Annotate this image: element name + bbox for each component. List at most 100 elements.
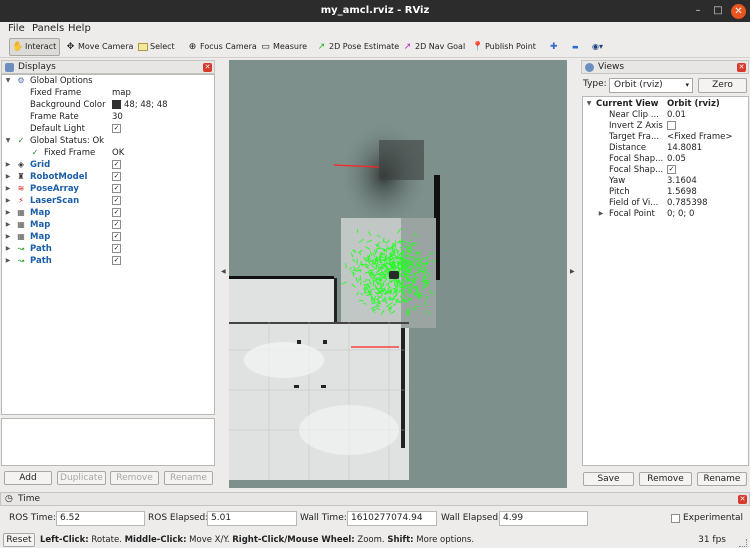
minimize-button[interactable]: – [690,3,706,19]
display-item-path[interactable]: ▶ ↝ Path ✓ [2,255,214,267]
fixed-frame-label: Fixed Frame [30,88,82,98]
resize-grip-icon[interactable] [739,539,747,547]
view-prop-row[interactable]: ▶ Focal Point 0; 0; 0 [583,208,748,220]
wall-elapsed-field[interactable]: 4.99 [499,511,588,526]
collapsed-arrow-icon[interactable]: ▶ [4,243,12,255]
publish-point-tool[interactable]: 📍 Publish Point [470,38,539,56]
time-close-icon[interactable]: ✕ [738,495,747,504]
right-splitter[interactable]: ▶ [568,60,577,488]
displays-close-icon[interactable]: ✕ [203,63,212,72]
particle-arrow [388,258,392,260]
display-item-map[interactable]: ▶ ▦ Map ✓ [2,219,214,231]
left-splitter[interactable]: ◀ [219,60,228,488]
display-enabled-checkbox[interactable]: ✓ [112,196,121,205]
maximize-button[interactable]: □ [710,3,726,19]
display-enabled-checkbox[interactable]: ✓ [112,160,121,169]
tree-row-background-color[interactable]: Background Color 48; 48; 48 [2,99,214,111]
collapsed-arrow-icon[interactable]: ▶ [4,171,12,183]
menu-help[interactable]: Help [68,23,91,34]
background-color-value[interactable]: 48; 48; 48 [112,99,168,111]
collapse-right-icon[interactable]: ▶ [570,268,575,275]
middle-click-key: Middle-Click: [124,535,187,545]
displays-tree[interactable]: ▼ ⚙ Global Options Fixed Frame map Backg… [1,74,215,415]
display-enabled-checkbox[interactable]: ✓ [112,232,121,241]
middle-click-desc: Move X/Y. [186,535,233,545]
tree-row-global-status[interactable]: ▼ ✓ Global Status: Ok [2,135,214,147]
tree-row-fixed-frame[interactable]: Fixed Frame map [2,87,214,99]
rename-display-button[interactable]: Rename [164,471,213,485]
add-display-button[interactable]: Add [4,471,52,485]
particle-arrow [414,305,419,308]
views-tree[interactable]: ▼ Current View Orbit (rviz) Near Clip ..… [582,96,749,466]
pose-estimate-tool[interactable]: ↗ 2D Pose Estimate [314,38,402,56]
display-enabled-checkbox[interactable]: ✓ [112,172,121,181]
collapse-left-icon[interactable]: ◀ [221,268,226,275]
tree-row-frame-rate[interactable]: Frame Rate 30 [2,111,214,123]
particle-arrow [404,270,406,277]
tree-row-default-light[interactable]: Default Light ✓ [2,123,214,135]
reset-button[interactable]: Reset [3,533,35,547]
interact-tool[interactable]: ✋ Interact [9,38,61,56]
display-item-posearray[interactable]: ▶ ≋ PoseArray ✓ [2,183,214,195]
display-enabled-checkbox[interactable]: ✓ [112,208,121,217]
plus-icon[interactable]: ✚ [548,38,561,56]
display-item-map[interactable]: ▶ ▦ Map ✓ [2,207,214,219]
expanded-arrow-icon[interactable]: ▼ [4,75,12,87]
collapsed-arrow-icon[interactable]: ▶ [4,231,12,243]
eye-icon[interactable]: ◉▾ [590,38,606,56]
focus-camera-tool[interactable]: ⊕ Focus Camera [185,38,260,56]
ok-check-icon: ✓ [17,136,25,145]
fixed-frame-value[interactable]: map [112,87,131,99]
collapsed-arrow-icon[interactable]: ▶ [4,159,12,171]
ros-time-field[interactable]: 6.52 [56,511,145,526]
collapsed-arrow-icon[interactable]: ▶ [597,208,605,220]
select-tool[interactable]: Select [136,38,178,56]
remove-display-button[interactable]: Remove [110,471,159,485]
menu-panels[interactable]: Panels [32,23,64,34]
rename-view-button[interactable]: Rename [697,472,747,486]
display-item-robotmodel[interactable]: ▶ ♜ RobotModel ✓ [2,171,214,183]
move-camera-tool[interactable]: ✥ Move Camera [63,38,136,56]
view-type-select[interactable]: Orbit (rviz) ▾ [609,78,693,93]
collapsed-arrow-icon[interactable]: ▶ [4,183,12,195]
ros-elapsed-field[interactable]: 5.01 [207,511,297,526]
collapsed-arrow-icon[interactable]: ▶ [4,195,12,207]
minus-icon[interactable]: ▬ [570,38,582,56]
zero-button[interactable]: Zero [698,78,747,93]
display-enabled-checkbox[interactable]: ✓ [112,220,121,229]
nav-goal-tool[interactable]: ↗ 2D Nav Goal [400,38,468,56]
display-enabled-checkbox[interactable]: ✓ [112,256,121,265]
save-view-button[interactable]: Save [583,472,634,486]
tree-row-status-fixed-frame[interactable]: ✓ Fixed Frame OK [2,147,214,159]
close-button[interactable]: ✕ [731,4,746,19]
display-item-path[interactable]: ▶ ↝ Path ✓ [2,243,214,255]
experimental-checkbox[interactable] [671,514,680,523]
focal-shape-checkbox[interactable]: ✓ [667,165,676,174]
display-item-map[interactable]: ▶ ▦ Map ✓ [2,231,214,243]
duplicate-display-button[interactable]: Duplicate [57,471,106,485]
default-light-checkbox[interactable]: ✓ [112,124,121,133]
menu-file[interactable]: File [8,23,25,34]
wall-time-field[interactable]: 1610277074.94 [347,511,437,526]
display-item-laserscan[interactable]: ▶ ⚡ LaserScan ✓ [2,195,214,207]
tree-row-global-options[interactable]: ▼ ⚙ Global Options [2,75,214,87]
particle-arrow [406,311,408,316]
expanded-arrow-icon[interactable]: ▼ [4,135,12,147]
measure-tool[interactable]: ▭ Measure [258,38,310,56]
collapsed-arrow-icon[interactable]: ▶ [4,219,12,231]
invert-z-checkbox[interactable] [667,121,676,130]
collapsed-arrow-icon[interactable]: ▶ [4,255,12,267]
map-render[interactable] [229,60,567,488]
display-item-label: Map [30,232,51,242]
views-close-icon[interactable]: ✕ [737,63,746,72]
view-prop-value[interactable]: 0; 0; 0 [667,208,694,220]
render-viewport[interactable] [229,60,567,488]
color-swatch[interactable] [112,100,121,109]
display-enabled-checkbox[interactable]: ✓ [112,184,121,193]
display-enabled-checkbox[interactable]: ✓ [112,244,121,253]
collapsed-arrow-icon[interactable]: ▶ [4,207,12,219]
display-item-grid[interactable]: ▶ ◈ Grid ✓ [2,159,214,171]
remove-view-button[interactable]: Remove [639,472,692,486]
frame-rate-value[interactable]: 30 [112,111,123,123]
global-status-label: Global Status: Ok [30,136,105,146]
